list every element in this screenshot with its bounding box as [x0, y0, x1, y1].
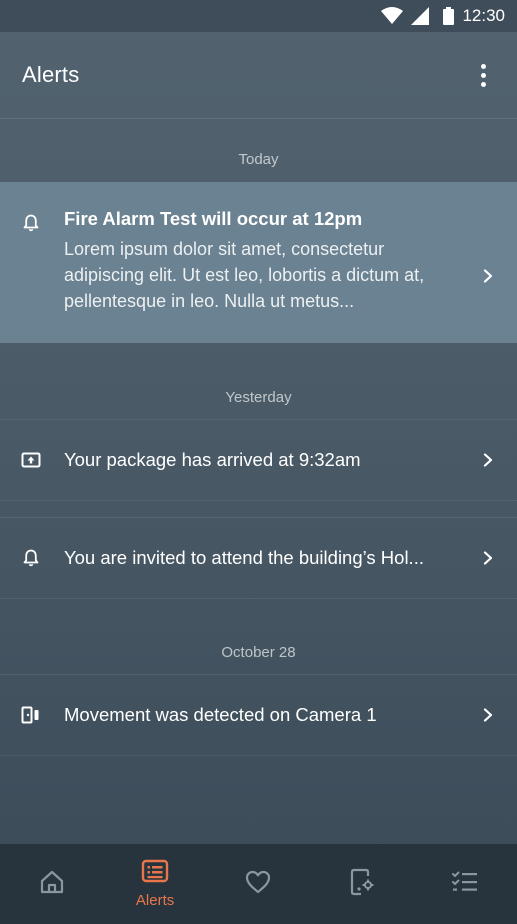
nav-home[interactable] — [17, 849, 87, 919]
nav-favorites[interactable] — [223, 849, 293, 919]
alert-item-fire-alarm[interactable]: Fire Alarm Test will occur at 12pm Lorem… — [0, 182, 517, 343]
nav-tasks[interactable] — [430, 849, 500, 919]
nav-alerts[interactable]: Alerts — [120, 849, 190, 919]
device-settings-icon — [349, 867, 375, 902]
bottom-nav: Alerts — [0, 844, 517, 924]
alert-description: Lorem ipsum dolor sit amet, consectetur … — [64, 239, 425, 311]
alert-title: You are invited to attend the building’s… — [64, 547, 424, 568]
home-icon — [38, 868, 66, 901]
section-header-october-28: October 28 — [221, 644, 296, 661]
section-header-yesterday: Yesterday — [225, 389, 292, 406]
alert-title: Your package has arrived at 9:32am — [64, 449, 361, 470]
status-time: 12:30 — [462, 6, 505, 25]
bell-icon — [20, 212, 42, 234]
section-header-today: Today — [238, 151, 279, 168]
alerts-list-icon — [141, 859, 169, 890]
status-bar: 12:30 — [0, 0, 517, 32]
more-vert-icon[interactable] — [471, 60, 495, 90]
chevron-right-icon — [481, 708, 495, 722]
nav-alerts-label: Alerts — [135, 892, 175, 909]
alert-title: Fire Alarm Test will occur at 12pm — [64, 208, 363, 229]
chevron-right-icon — [481, 551, 495, 565]
wifi-icon — [381, 7, 404, 25]
nav-devices[interactable] — [327, 849, 397, 919]
signal-icon — [411, 7, 430, 25]
chevron-right-icon — [481, 453, 495, 467]
page-title: Alerts — [22, 62, 80, 87]
checklist-icon — [450, 869, 480, 900]
alert-item-package[interactable]: Your package has arrived at 9:32am — [0, 419, 517, 501]
battery-icon — [443, 7, 455, 25]
package-icon — [20, 449, 42, 471]
heart-icon — [244, 869, 272, 900]
alert-title: Movement was detected on Camera 1 — [64, 704, 377, 725]
alert-item-movement[interactable]: Movement was detected on Camera 1 — [0, 674, 517, 756]
alert-item-invite[interactable]: You are invited to attend the building’s… — [0, 517, 517, 599]
chevron-right-icon — [481, 268, 495, 283]
door-sensor-icon — [20, 704, 42, 726]
bell-icon — [20, 547, 42, 569]
app-bar: Alerts — [0, 32, 517, 119]
